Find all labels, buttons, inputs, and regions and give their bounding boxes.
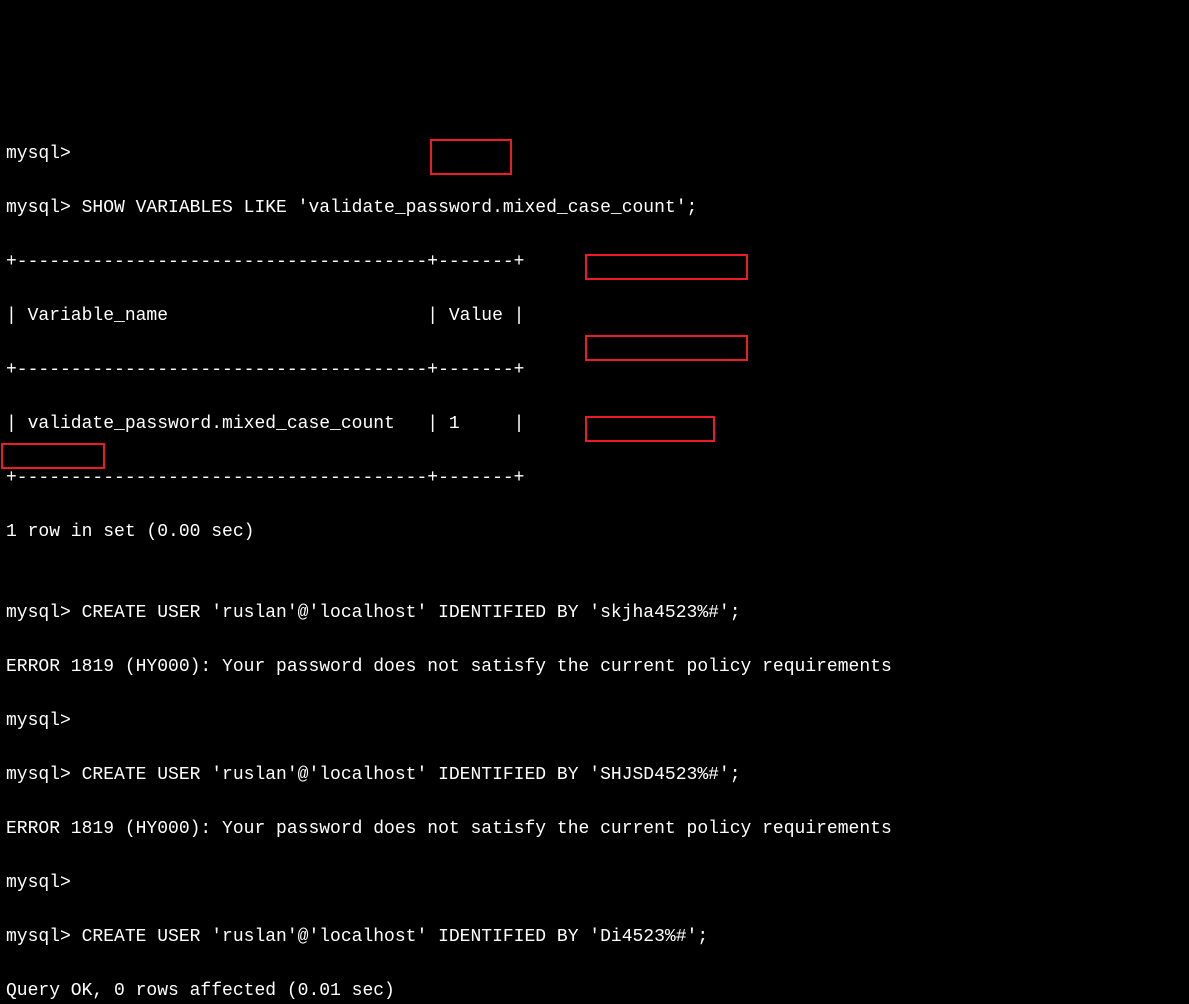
- table-border: +--------------------------------------+…: [6, 465, 1183, 492]
- prompt-line: mysql>: [6, 708, 1183, 735]
- terminal-output: mysql> mysql> SHOW VARIABLES LIKE 'valid…: [6, 114, 1183, 1004]
- table-border: +--------------------------------------+…: [6, 357, 1183, 384]
- table-row: | validate_password.mixed_case_count | 1…: [6, 411, 1183, 438]
- sql-create-user-2: mysql> CREATE USER 'ruslan'@'localhost' …: [6, 762, 1183, 789]
- sql-show-variables: mysql> SHOW VARIABLES LIKE 'validate_pas…: [6, 195, 1183, 222]
- error-message-2: ERROR 1819 (HY000): Your password does n…: [6, 816, 1183, 843]
- table-border: +--------------------------------------+…: [6, 249, 1183, 276]
- result-summary: 1 row in set (0.00 sec): [6, 519, 1183, 546]
- prompt-line: mysql>: [6, 870, 1183, 897]
- error-message-1: ERROR 1819 (HY000): Your password does n…: [6, 654, 1183, 681]
- sql-create-user-1: mysql> CREATE USER 'ruslan'@'localhost' …: [6, 600, 1183, 627]
- sql-create-user-3: mysql> CREATE USER 'ruslan'@'localhost' …: [6, 924, 1183, 951]
- prompt-line: mysql>: [6, 141, 1183, 168]
- success-message: Query OK, 0 rows affected (0.01 sec): [6, 978, 1183, 1004]
- table-header: | Variable_name | Value |: [6, 303, 1183, 330]
